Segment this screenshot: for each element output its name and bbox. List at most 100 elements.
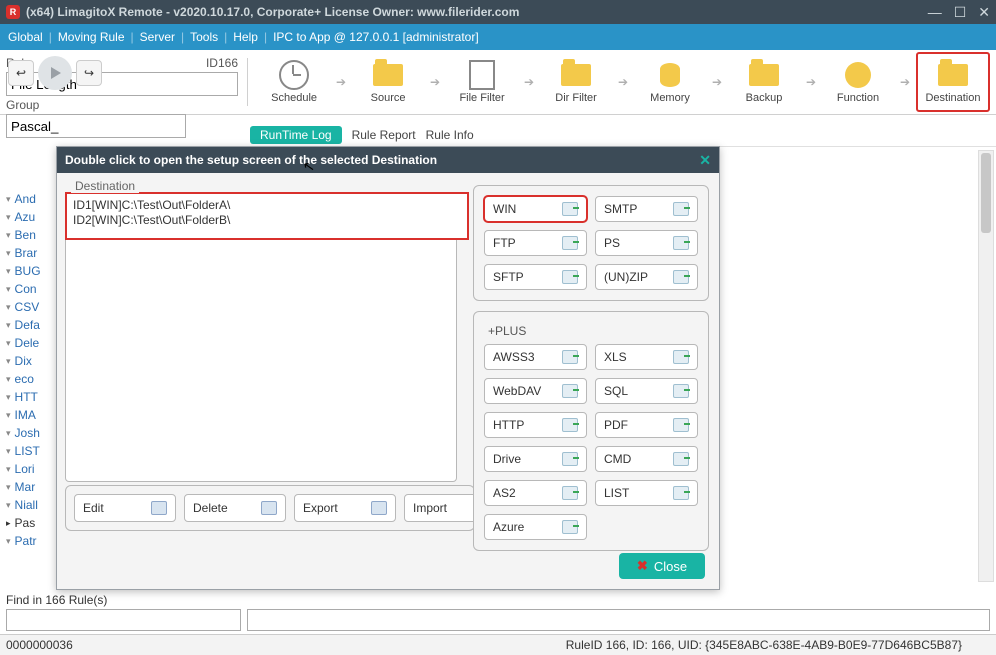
play-button[interactable] — [38, 56, 72, 90]
folder-arrow-icon — [673, 486, 689, 500]
find-bar — [6, 609, 990, 631]
destination-list-item[interactable]: ID1[WIN]C:\Test\Out\FolderA\ — [73, 198, 461, 213]
sub-tabs: RunTime Log Rule Report Rule Info — [244, 124, 996, 147]
modal-title: Double click to open the setup screen of… — [65, 153, 437, 167]
nav-back-icon[interactable]: ↩ — [8, 60, 34, 86]
export-button[interactable]: Export — [294, 494, 396, 522]
rule-id-label: ID166 — [206, 56, 238, 70]
find-label: Find in 166 Rule(s) — [6, 593, 107, 607]
dest-type-smtp-button[interactable]: SMTP — [595, 196, 698, 222]
tool-file-filter[interactable]: File Filter — [446, 53, 518, 111]
folder-arrow-icon — [673, 202, 689, 216]
destination-actions: Edit Delete Export Import — [65, 485, 475, 531]
dest-type-pdf-button[interactable]: PDF — [595, 412, 698, 438]
nav-group: ↩ ↪ — [8, 56, 102, 90]
status-counter: 0000000036 — [6, 638, 73, 652]
folder-arrow-icon — [562, 350, 578, 364]
dest-type-azure-button[interactable]: Azure — [484, 514, 587, 540]
destination-modal: Double click to open the setup screen of… — [56, 146, 720, 590]
dest-type-cmd-button[interactable]: CMD — [595, 446, 698, 472]
dest-type-drive-button[interactable]: Drive — [484, 446, 587, 472]
dest-type-ps-button[interactable]: PS — [595, 230, 698, 256]
tool-destination[interactable]: Destination — [916, 52, 990, 112]
find-input[interactable] — [6, 609, 241, 631]
menu-moving-rule[interactable]: Moving Rule — [58, 30, 125, 44]
title-bar: R (x64) LimagitoX Remote - v2020.10.17.0… — [0, 0, 996, 24]
menu-server[interactable]: Server — [140, 30, 175, 44]
arrow-icon: ➔ — [806, 75, 816, 89]
destination-list-item[interactable]: ID2[WIN]C:\Test\Out\FolderB\ — [73, 213, 461, 228]
folder-arrow-icon — [562, 520, 578, 534]
menu-tools[interactable]: Tools — [190, 30, 218, 44]
folder-arrow-icon — [562, 384, 578, 398]
arrow-icon: ➔ — [430, 75, 440, 89]
dest-type-sql-button[interactable]: SQL — [595, 378, 698, 404]
tool-dir-filter[interactable]: Dir Filter — [540, 53, 612, 111]
edit-icon — [151, 501, 167, 515]
dest-type-list-button[interactable]: LIST — [595, 480, 698, 506]
close-x-icon: ✖ — [637, 558, 648, 574]
folder-arrow-icon — [562, 452, 578, 466]
arrow-icon: ➔ — [336, 75, 346, 89]
plus-label: +PLUS — [488, 324, 698, 338]
dest-type-awss3-button[interactable]: AWSS3 — [484, 344, 587, 370]
tab-rule-report[interactable]: Rule Report — [352, 128, 416, 142]
folder-arrow-icon — [673, 270, 689, 284]
dest-type-webdav-button[interactable]: WebDAV — [484, 378, 587, 404]
close-window-icon[interactable]: ✕ — [978, 4, 990, 21]
folder-arrow-icon — [673, 384, 689, 398]
group-input[interactable] — [6, 114, 186, 138]
tool-memory[interactable]: Memory — [634, 53, 706, 111]
tool-backup[interactable]: Backup — [728, 53, 800, 111]
folder-arrow-icon — [673, 452, 689, 466]
dest-type-ftp-button[interactable]: FTP — [484, 230, 587, 256]
dest-type-sftp-button[interactable]: SFTP — [484, 264, 587, 290]
menu-bar: Global| Moving Rule| Server| Tools| Help… — [0, 24, 996, 50]
folder-arrow-icon — [562, 486, 578, 500]
maximize-icon[interactable]: ☐ — [954, 4, 967, 21]
folder-arrow-icon — [673, 350, 689, 364]
log-area — [247, 609, 990, 631]
folder-arrow-icon — [562, 236, 578, 250]
dest-type-win-button[interactable]: WIN — [484, 196, 587, 222]
dest-type-as2-button[interactable]: AS2 — [484, 480, 587, 506]
folder-arrow-icon — [562, 270, 578, 284]
tool-function[interactable]: Function — [822, 53, 894, 111]
minimize-icon[interactable]: — — [928, 4, 942, 21]
arrow-icon: ➔ — [712, 75, 722, 89]
tool-schedule[interactable]: Schedule — [258, 53, 330, 111]
group-label: Group — [6, 98, 38, 112]
dest-type-unzip-button[interactable]: (UN)ZIP — [595, 264, 698, 290]
modal-close-icon[interactable]: ✕ — [699, 152, 711, 169]
arrow-icon: ➔ — [618, 75, 628, 89]
tool-source[interactable]: Source — [352, 53, 424, 111]
edit-button[interactable]: Edit — [74, 494, 176, 522]
app-logo-icon: R — [6, 5, 20, 19]
tab-rule-info[interactable]: Rule Info — [426, 128, 474, 142]
window-title: (x64) LimagitoX Remote - v2020.10.17.0, … — [26, 5, 519, 19]
arrow-icon: ➔ — [524, 75, 534, 89]
dest-type-http-button[interactable]: HTTP — [484, 412, 587, 438]
menu-global[interactable]: Global — [8, 30, 43, 44]
status-rule-info: RuleID 166, ID: 166, UID: {345E8ABC-638E… — [566, 638, 962, 652]
delete-icon — [261, 501, 277, 515]
destination-listbox[interactable]: ID1[WIN]C:\Test\Out\FolderA\ID2[WIN]C:\T… — [65, 192, 457, 482]
destination-group-label: Destination — [71, 179, 139, 193]
folder-arrow-icon — [673, 236, 689, 250]
export-icon — [371, 501, 387, 515]
folder-arrow-icon — [562, 418, 578, 432]
status-bar: 0000000036 RuleID 166, ID: 166, UID: {34… — [0, 634, 996, 655]
dest-type-xls-button[interactable]: XLS — [595, 344, 698, 370]
scrollbar[interactable] — [978, 150, 994, 582]
close-button[interactable]: ✖Close — [619, 553, 705, 579]
folder-arrow-icon — [562, 202, 578, 216]
destination-types-basic: WIN SMTP FTP PS SFTP (UN)ZIP — [473, 185, 709, 301]
arrow-icon: ➔ — [900, 75, 910, 89]
delete-button[interactable]: Delete — [184, 494, 286, 522]
destination-types-plus: +PLUS AWSS3 XLS WebDAV SQL HTTP PDF Drive CMD AS… — [473, 311, 709, 551]
menu-help[interactable]: Help — [233, 30, 258, 44]
nav-forward-icon[interactable]: ↪ — [76, 60, 102, 86]
tab-runtime-log[interactable]: RunTime Log — [250, 126, 342, 144]
folder-arrow-icon — [673, 418, 689, 432]
menu-ipc[interactable]: IPC to App @ 127.0.0.1 [administrator] — [273, 30, 479, 44]
